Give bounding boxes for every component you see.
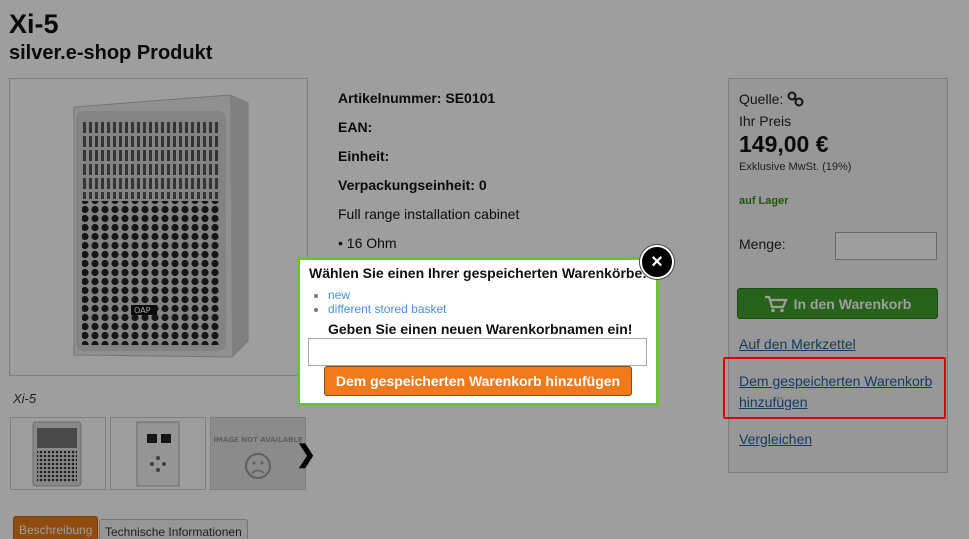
close-icon[interactable]: × — [640, 245, 674, 279]
basket-item[interactable]: different stored basket — [328, 302, 447, 316]
basket-item[interactable]: new — [328, 288, 447, 302]
basket-link-different[interactable]: different stored basket — [328, 302, 447, 316]
basket-link-new[interactable]: new — [328, 288, 350, 302]
new-basket-name-input[interactable] — [308, 338, 647, 366]
highlight-box — [723, 357, 946, 419]
basket-list: new different stored basket — [328, 288, 447, 316]
saved-basket-dialog: Wählen Sie einen Ihrer gespeicherten War… — [297, 257, 659, 406]
new-basket-label: Geben Sie einen neuen Warenkorbnamen ein… — [328, 321, 633, 337]
add-to-saved-basket-button[interactable]: Dem gespeicherten Warenkorb hinzufügen — [324, 366, 632, 396]
dialog-title: Wählen Sie einen Ihrer gespeicherten War… — [309, 265, 647, 281]
